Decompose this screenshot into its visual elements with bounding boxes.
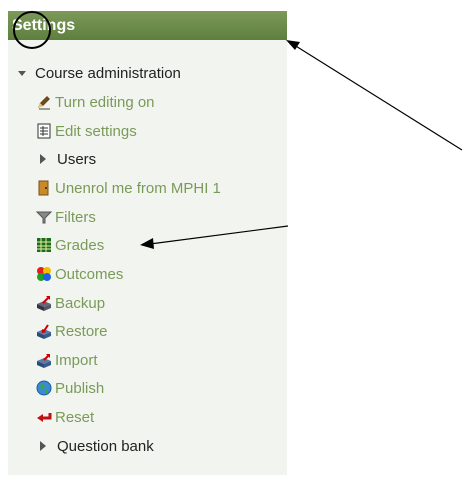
- restore-link[interactable]: Restore: [36, 320, 108, 342]
- publish-link[interactable]: Publish: [36, 377, 104, 399]
- course-administration-label: Course administration: [35, 64, 181, 82]
- outcomes-icon: [36, 266, 52, 282]
- users-label: Users: [57, 150, 97, 168]
- publish-label: Publish: [55, 379, 105, 397]
- users-node[interactable]: Users: [38, 148, 96, 170]
- course-administration-node[interactable]: Course administration: [17, 62, 181, 84]
- grades-link[interactable]: Grades: [36, 234, 104, 256]
- turn-editing-on-link[interactable]: Turn editing on: [36, 91, 155, 113]
- filters-label: Filters: [55, 208, 96, 226]
- import-link[interactable]: Import: [36, 349, 98, 371]
- outcomes-label: Outcomes: [55, 265, 124, 283]
- pencil-icon: [36, 94, 52, 110]
- outcomes-link[interactable]: Outcomes: [36, 263, 123, 285]
- backup-link[interactable]: Backup: [36, 292, 105, 314]
- backup-icon: [36, 295, 52, 311]
- backup-label: Backup: [55, 294, 106, 312]
- filters-link[interactable]: Filters: [36, 206, 96, 228]
- funnel-icon: [36, 209, 52, 225]
- question-bank-label: Question bank: [57, 437, 154, 455]
- unenrol-link[interactable]: Unenrol me from MPHI 1: [36, 177, 221, 199]
- reset-label: Reset: [55, 408, 95, 426]
- arrow-to-settings-header: [286, 40, 463, 151]
- edit-settings-link[interactable]: Edit settings: [36, 120, 137, 142]
- triangle-right-icon: [38, 151, 48, 167]
- grades-label: Grades: [55, 236, 105, 254]
- triangle-down-icon: [17, 65, 27, 81]
- highlight-circle-annotation: [13, 11, 51, 49]
- import-icon: [36, 352, 52, 368]
- grades-table-icon: [36, 237, 52, 253]
- question-bank-node[interactable]: Question bank: [38, 435, 154, 457]
- unenrol-label: Unenrol me from MPHI 1: [55, 179, 221, 197]
- edit-settings-label: Edit settings: [55, 122, 137, 140]
- triangle-right-icon: [38, 438, 48, 454]
- reset-arrow-icon: [36, 409, 52, 425]
- document-icon: [36, 123, 52, 139]
- door-icon: [36, 180, 52, 196]
- reset-link[interactable]: Reset: [36, 406, 94, 428]
- restore-icon: [36, 323, 52, 339]
- turn-editing-on-label: Turn editing on: [55, 93, 155, 111]
- import-label: Import: [55, 351, 98, 369]
- restore-label: Restore: [55, 322, 108, 340]
- globe-icon: [36, 380, 52, 396]
